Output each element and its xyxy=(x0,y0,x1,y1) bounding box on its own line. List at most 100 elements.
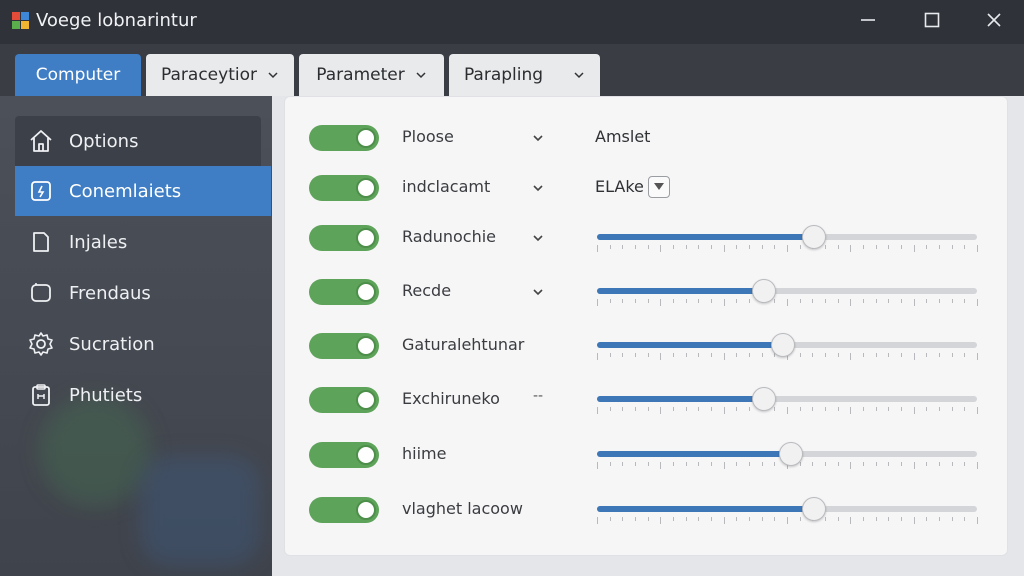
slider[interactable] xyxy=(597,379,978,419)
slider-tick xyxy=(825,462,826,466)
tab-strip: Computer Paraceytior Parameter Parapling xyxy=(0,44,1024,96)
slider-tick xyxy=(977,462,978,469)
slider-tick xyxy=(812,407,813,411)
slider-tick xyxy=(952,245,953,249)
slider-tick xyxy=(876,299,877,303)
slider[interactable] xyxy=(597,434,978,474)
chevron-down-icon[interactable] xyxy=(531,131,545,145)
slider-fill xyxy=(597,234,814,240)
sidebar-item-label: Injales xyxy=(69,231,128,253)
slider-tick xyxy=(952,407,953,411)
toggle-switch[interactable] xyxy=(309,279,379,305)
slider-thumb[interactable] xyxy=(779,442,803,466)
slider-tick xyxy=(863,299,864,303)
tab-paraceytior[interactable]: Paraceytior xyxy=(146,54,294,96)
toggle-switch[interactable] xyxy=(309,175,379,201)
document-icon xyxy=(27,228,55,256)
slider-tick xyxy=(597,299,598,306)
toggle-switch[interactable] xyxy=(309,442,379,468)
slider-tick xyxy=(673,245,674,249)
toggle-switch[interactable] xyxy=(309,125,379,151)
slider-tick xyxy=(964,299,965,303)
slider-thumb[interactable] xyxy=(771,333,795,357)
toggle-switch[interactable] xyxy=(309,497,379,523)
gear-icon xyxy=(27,330,55,358)
slider-ticks xyxy=(597,299,978,306)
toggle-switch[interactable] xyxy=(309,333,379,359)
slider-tick xyxy=(914,299,915,306)
slider[interactable] xyxy=(597,489,978,529)
slider-tick xyxy=(724,353,725,360)
slider-thumb[interactable] xyxy=(752,279,776,303)
slider-tick xyxy=(850,462,851,469)
slider-tick xyxy=(660,407,661,414)
slider-tick xyxy=(762,353,763,357)
slider-tick xyxy=(660,245,661,252)
sidebar-item-phutiets[interactable]: Phutiets xyxy=(15,370,271,420)
maximize-button[interactable] xyxy=(904,0,960,40)
chevron-down-icon[interactable] xyxy=(531,181,545,195)
slider[interactable] xyxy=(597,325,978,365)
window-title: Voege lobnarintur xyxy=(36,10,197,31)
slider-tick xyxy=(800,353,801,357)
slider-tick xyxy=(926,407,927,411)
slider-tick xyxy=(964,245,965,249)
slider-tick xyxy=(787,245,788,252)
slider-fill xyxy=(597,506,814,512)
slider-tick xyxy=(597,517,598,524)
slider-tick xyxy=(914,407,915,414)
slider-tick xyxy=(964,353,965,357)
slider-tick xyxy=(635,462,636,466)
slider-tick xyxy=(749,407,750,411)
slider-tick xyxy=(736,299,737,303)
slider-tick xyxy=(812,299,813,303)
slider-tick xyxy=(597,407,598,414)
slider-thumb[interactable] xyxy=(752,387,776,411)
slider-tick xyxy=(736,245,737,249)
tab-parapling[interactable]: Parapling xyxy=(449,54,600,96)
sidebar-item-sucration[interactable]: Sucration xyxy=(15,319,271,369)
tab-parameter[interactable]: Parameter xyxy=(299,54,444,96)
minimize-button[interactable] xyxy=(840,0,896,40)
slider-tick xyxy=(825,517,826,521)
slider-tick xyxy=(635,353,636,357)
tab-label: Computer xyxy=(35,65,121,85)
slider-tick xyxy=(698,353,699,357)
slider-tick xyxy=(850,353,851,360)
slider-tick xyxy=(977,299,978,306)
sidebar-item-injales[interactable]: Injales xyxy=(15,217,271,267)
slider-tick xyxy=(863,462,864,466)
chevron-down-icon[interactable] xyxy=(531,285,545,299)
slider-tick xyxy=(622,299,623,303)
slider-tick xyxy=(850,517,851,524)
dropdown-button[interactable] xyxy=(648,176,670,198)
setting-row: Exchiruneko -- xyxy=(285,379,1009,419)
slider-tick xyxy=(622,462,623,466)
slider-tick xyxy=(952,517,953,521)
slider-thumb[interactable] xyxy=(802,225,826,249)
toggle-switch[interactable] xyxy=(309,387,379,413)
setting-label: Exchiruneko xyxy=(402,389,500,408)
slider[interactable] xyxy=(597,217,978,257)
toggle-knob xyxy=(356,228,376,248)
slider-tick xyxy=(610,353,611,357)
toggle-switch[interactable] xyxy=(309,225,379,251)
chevron-down-icon xyxy=(416,72,426,79)
chevron-down-icon[interactable] xyxy=(531,231,545,245)
slider-tick xyxy=(838,245,839,249)
slider-tick xyxy=(952,462,953,466)
slider-fill xyxy=(597,342,783,348)
sidebar-item-frendaus[interactable]: Frendaus xyxy=(15,268,271,318)
slider-tick xyxy=(863,245,864,249)
sidebar-item-conemlaiets[interactable]: Conemlaiets xyxy=(15,166,271,216)
tab-computer[interactable]: Computer xyxy=(15,54,141,96)
sidebar-item-options[interactable]: Options xyxy=(15,116,261,166)
slider-tick xyxy=(774,517,775,521)
slider-tick xyxy=(686,245,687,249)
slider-tick xyxy=(597,245,598,252)
slider-thumb[interactable] xyxy=(802,497,826,521)
slider-tick xyxy=(610,299,611,303)
slider[interactable] xyxy=(597,271,978,311)
slider-tick xyxy=(736,353,737,357)
close-button[interactable] xyxy=(966,0,1022,40)
